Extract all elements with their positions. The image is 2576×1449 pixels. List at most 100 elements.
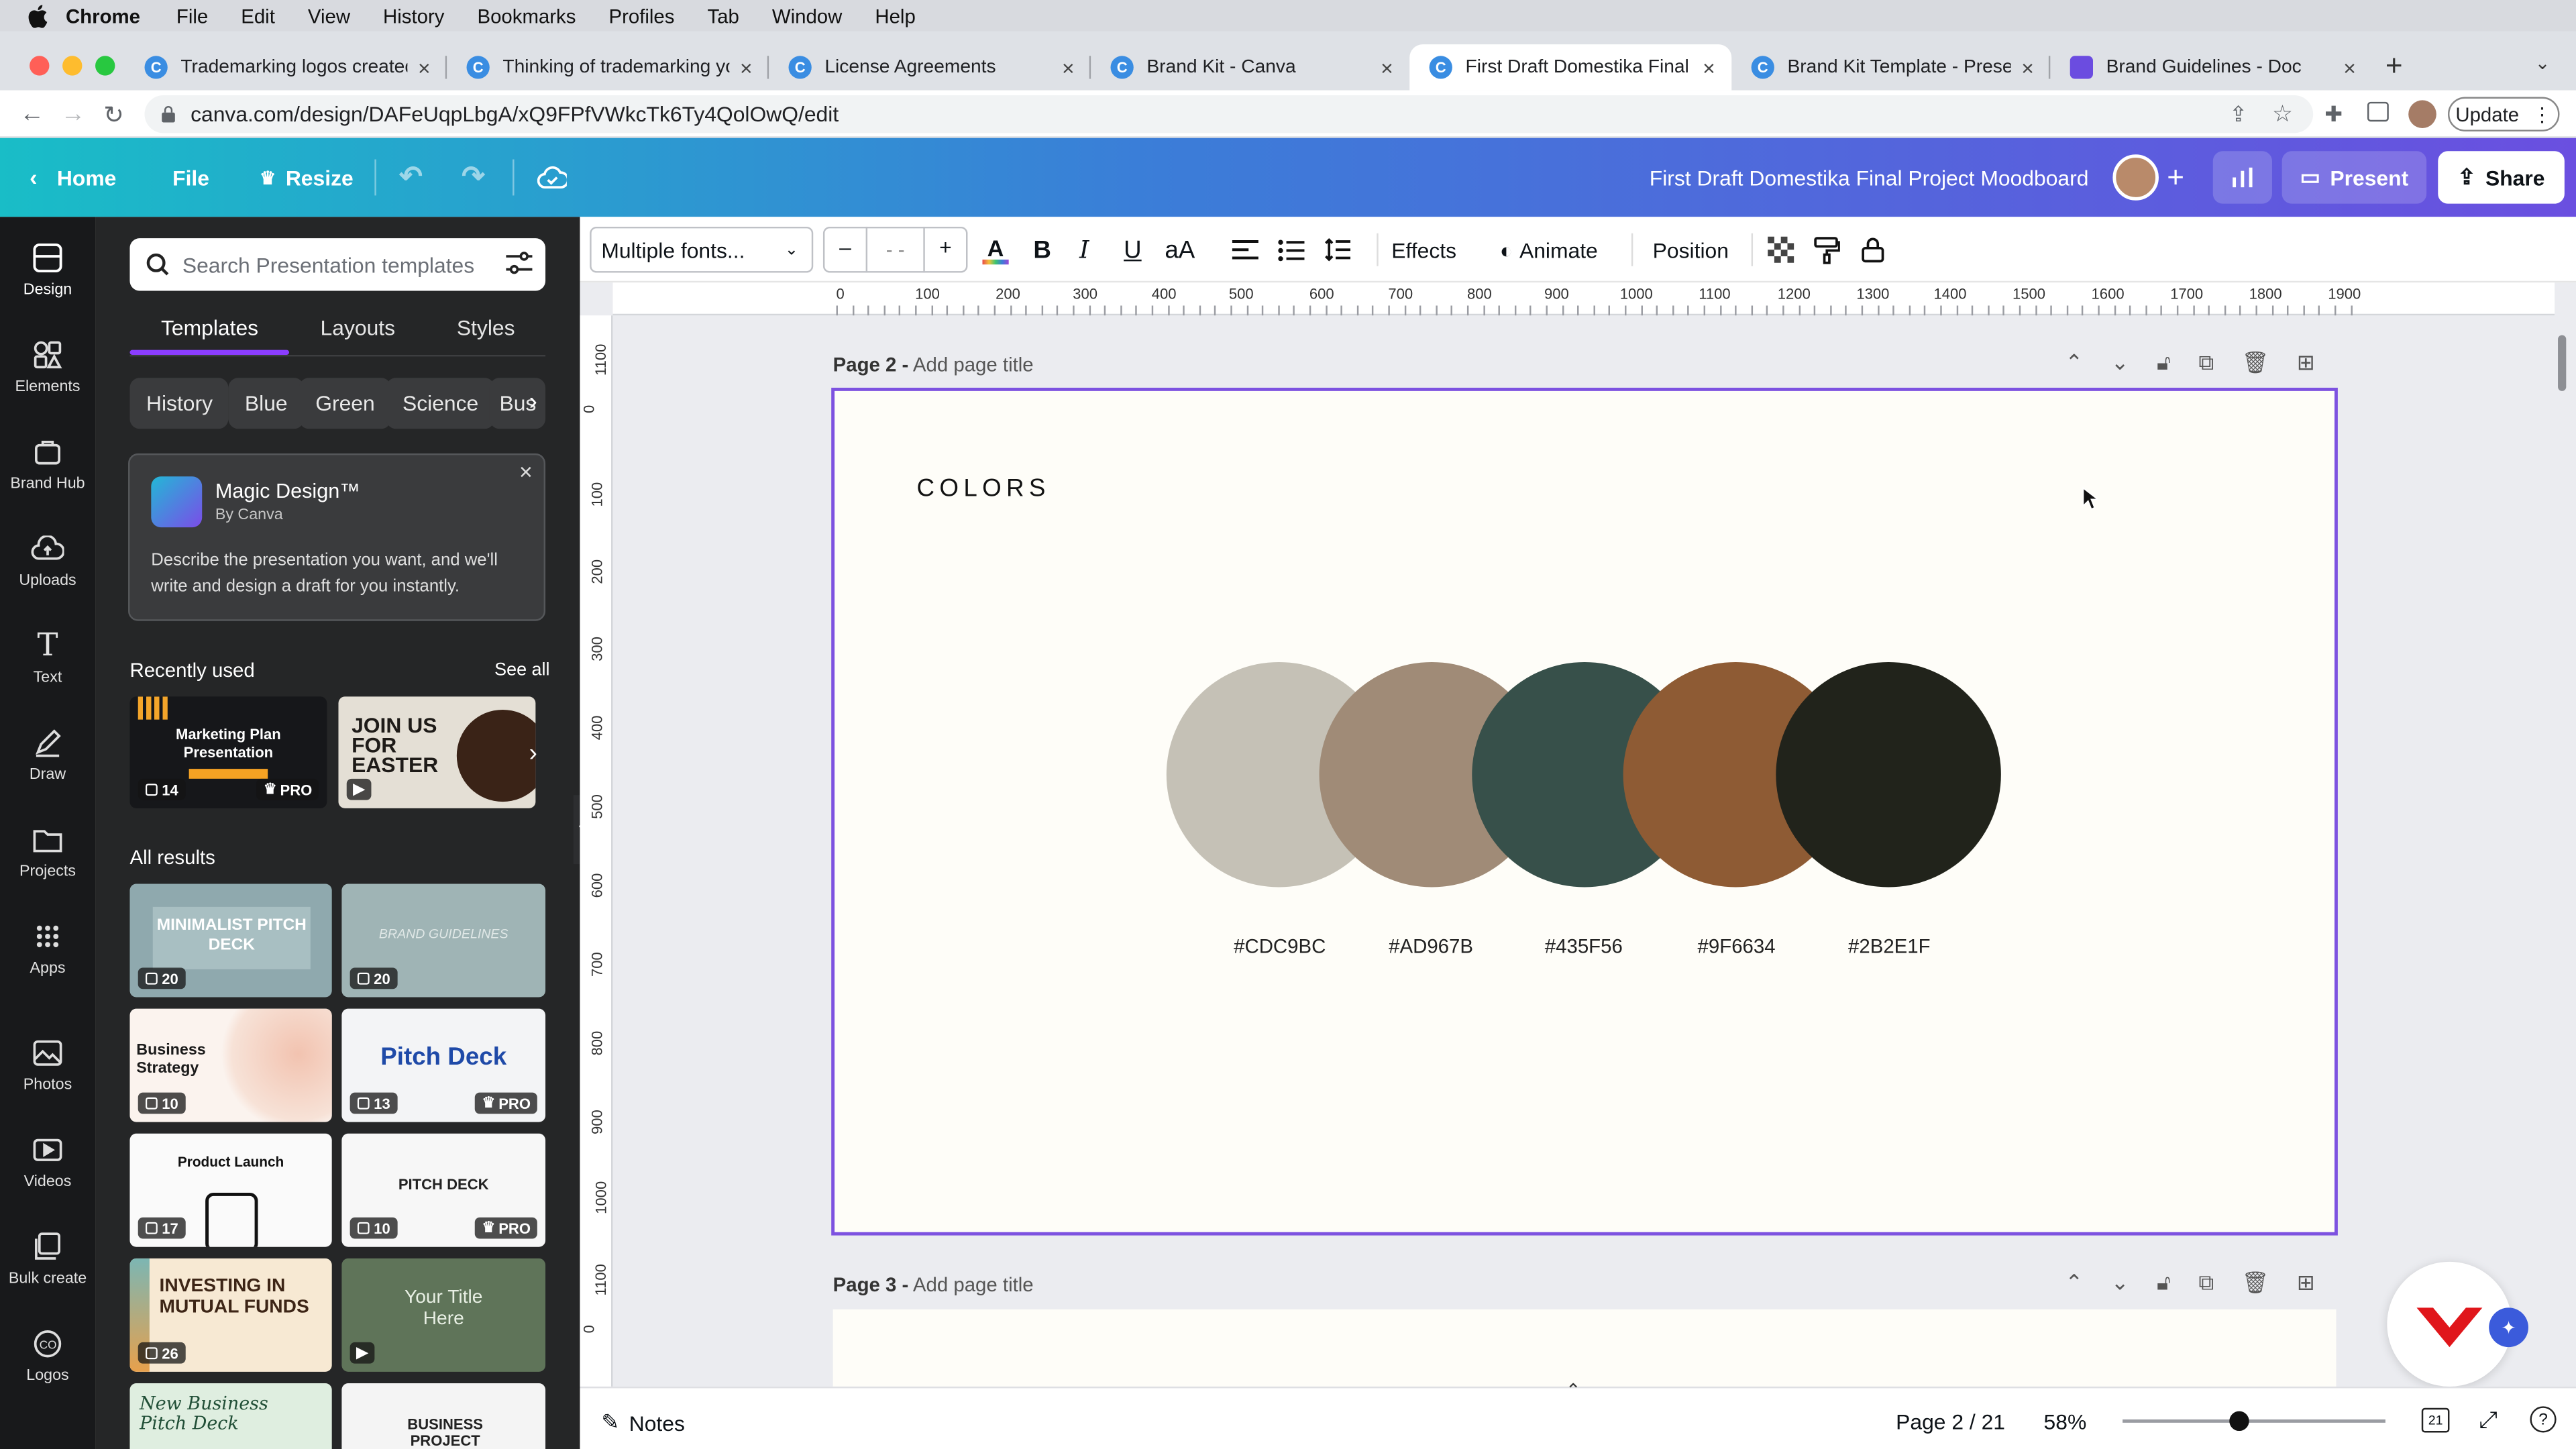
filter-chip[interactable]: History xyxy=(129,378,229,429)
template-thumb[interactable]: BRAND GUIDELINES ▢ 20 xyxy=(341,883,546,998)
template-thumb[interactable]: New Business Pitch Deck xyxy=(129,1383,332,1449)
rail-projects[interactable]: Projects xyxy=(0,821,95,881)
vertical-scrollbar[interactable] xyxy=(2558,335,2567,391)
sidepanel-icon[interactable] xyxy=(2367,101,2389,122)
template-thumb[interactable]: PITCH DECK ▢ 10 ♛ PRO xyxy=(341,1133,546,1247)
magic-design-card[interactable]: Magic Design™ By Canva Describe the pres… xyxy=(128,453,546,621)
bookmark-star-icon[interactable]: ☆ xyxy=(2272,100,2293,128)
browser-tab[interactable]: Brand Guidelines - Doc × xyxy=(2050,44,2372,91)
page-title-placeholder[interactable]: Add page title xyxy=(913,354,1034,376)
add-page-icon[interactable]: ⊞ xyxy=(2297,1270,2315,1296)
animate-button[interactable]: ◐ Animate xyxy=(1500,217,1598,282)
extensions-icon[interactable]: ✚ xyxy=(2324,102,2343,128)
menu-help[interactable]: Help xyxy=(875,4,915,27)
color-hex-label[interactable]: #CDC9BC xyxy=(1206,934,1354,957)
lock-icon[interactable] xyxy=(161,103,176,123)
font-size-value[interactable]: - - xyxy=(867,238,923,261)
page-3-label[interactable]: Page 3 - Add page title xyxy=(833,1273,1034,1296)
filter-chip[interactable]: Science xyxy=(386,378,495,429)
close-icon[interactable]: × xyxy=(2021,55,2034,80)
align-left-icon[interactable] xyxy=(1232,217,1258,282)
reload-icon[interactable]: ↻ xyxy=(103,100,124,130)
template-thumb[interactable]: Product Launch ▢ 17 xyxy=(129,1133,332,1247)
lock-icon[interactable] xyxy=(1862,217,1884,282)
rail-logos[interactable]: CO. Logos xyxy=(0,1326,95,1385)
redo-icon[interactable]: ↷ xyxy=(462,138,485,217)
page-title-placeholder[interactable]: Add page title xyxy=(913,1273,1034,1296)
transparency-icon[interactable] xyxy=(1768,217,1794,282)
share-page-icon[interactable]: ⇪ xyxy=(2229,102,2247,128)
filter-chip[interactable]: Blue xyxy=(228,378,305,429)
delete-page-icon[interactable]: 🗑︎ xyxy=(2242,350,2269,376)
underline-icon[interactable]: U xyxy=(1124,217,1142,282)
delete-page-icon[interactable]: 🗑︎ xyxy=(2242,1270,2269,1296)
color-hex-label[interactable]: #2B2E1F xyxy=(1815,934,1963,957)
move-up-icon[interactable]: ⌃ xyxy=(2065,1270,2083,1296)
add-collaborator-icon[interactable]: + xyxy=(2167,138,2184,217)
lock-page-icon[interactable]: 🔓︎ xyxy=(2157,1270,2171,1296)
home-button[interactable]: ‹ Home xyxy=(30,138,116,217)
rail-bulk-create[interactable]: Bulk create xyxy=(0,1229,95,1288)
menu-tab[interactable]: Tab xyxy=(707,4,739,27)
lock-page-icon[interactable]: 🔓︎ xyxy=(2157,350,2171,376)
rail-design[interactable]: Design xyxy=(0,240,95,299)
browser-tab[interactable]: C Brand Kit Template - Presentat × xyxy=(1731,44,2051,91)
letter-case-icon[interactable]: aA xyxy=(1165,217,1195,282)
owner-avatar[interactable] xyxy=(2112,154,2159,201)
zoom-slider[interactable] xyxy=(2123,1419,2385,1423)
menu-window[interactable]: Window xyxy=(772,4,843,27)
browser-tab-active[interactable]: C First Draft Domestika Final Pro × xyxy=(1409,44,1732,91)
grid-view-button[interactable]: 21 xyxy=(2421,1407,2450,1433)
tab-templates[interactable]: Templates xyxy=(161,315,258,340)
color-hex-label[interactable]: #9F6634 xyxy=(1662,934,1810,957)
text-color-icon[interactable]: A xyxy=(982,217,1009,282)
tab-styles[interactable]: Styles xyxy=(457,315,515,340)
browser-tab[interactable]: C Trademarking logos created or × xyxy=(125,44,447,91)
share-button[interactable]: ⇪ Share xyxy=(2438,151,2565,204)
template-thumb[interactable]: Business Strategy ▢ 10 xyxy=(129,1008,332,1122)
close-icon[interactable]: × xyxy=(519,458,533,484)
resize-button[interactable]: ♛ Resize xyxy=(260,138,354,217)
add-page-icon[interactable]: ⊞ xyxy=(2297,350,2315,376)
template-thumb[interactable]: JOIN US FOR EASTER ▶ xyxy=(338,696,536,808)
cloud-saved-icon[interactable] xyxy=(537,138,567,217)
profile-avatar[interactable] xyxy=(2408,100,2436,129)
help-icon[interactable]: ? xyxy=(2530,1406,2557,1433)
menu-profiles[interactable]: Profiles xyxy=(608,4,674,27)
template-search-input[interactable]: Search Presentation templates xyxy=(129,238,546,291)
color-swatch-circle[interactable] xyxy=(1776,661,2001,888)
domestika-overlay-badge[interactable]: ✦ xyxy=(2387,1261,2528,1387)
address-bar[interactable]: canva.com/design/DAFeUqpLbgA/xQ9FPfVWkcT… xyxy=(144,95,2314,133)
template-thumb[interactable]: INVESTING IN MUTUAL FUNDS ▢ 26 xyxy=(129,1258,332,1372)
rail-videos[interactable]: Videos xyxy=(0,1132,95,1191)
zoom-slider-handle[interactable] xyxy=(2229,1411,2249,1432)
page-counter[interactable]: Page 2 / 21 xyxy=(1896,1409,2005,1434)
duplicate-page-icon[interactable]: ⧉ xyxy=(2198,350,2214,376)
minimize-window-button[interactable] xyxy=(62,56,83,76)
bold-icon[interactable]: B xyxy=(1033,217,1051,282)
close-icon[interactable]: × xyxy=(740,55,753,80)
chevron-right-icon[interactable]: › xyxy=(529,388,537,416)
close-icon[interactable]: × xyxy=(418,55,431,80)
rail-uploads[interactable]: Uploads xyxy=(0,531,95,590)
notes-button[interactable]: ✎ Notes xyxy=(601,1409,685,1436)
rail-apps[interactable]: Apps xyxy=(0,918,95,977)
rail-brand-hub[interactable]: Brand Hub xyxy=(0,434,95,493)
close-window-button[interactable] xyxy=(30,56,50,76)
menu-file[interactable]: File xyxy=(176,4,208,27)
tab-search-chevron-icon[interactable]: ⌄ xyxy=(2535,52,2551,74)
tab-layouts[interactable]: Layouts xyxy=(321,315,396,340)
decrease-size-button[interactable]: – xyxy=(824,226,868,273)
color-hex-label[interactable]: #AD967B xyxy=(1357,934,1505,957)
copy-style-icon[interactable] xyxy=(1814,217,1840,282)
page-3-canvas[interactable] xyxy=(833,1309,2337,1387)
rail-draw[interactable]: Draw xyxy=(0,724,95,784)
browser-tab[interactable]: C Brand Kit - Canva × xyxy=(1091,44,1409,91)
move-down-icon[interactable]: ⌄ xyxy=(2111,1270,2129,1296)
filter-sliders-icon[interactable] xyxy=(506,252,533,280)
rail-text[interactable]: T Text xyxy=(0,628,95,687)
template-thumb[interactable]: Marketing Plan Presentation ▢ 14 ♛ PRO xyxy=(129,696,327,808)
template-thumb[interactable]: Pitch Deck ▢ 13 ♛ PRO xyxy=(341,1008,546,1122)
zoom-percentage[interactable]: 58% xyxy=(2044,1409,2087,1434)
close-icon[interactable]: × xyxy=(2343,55,2356,80)
